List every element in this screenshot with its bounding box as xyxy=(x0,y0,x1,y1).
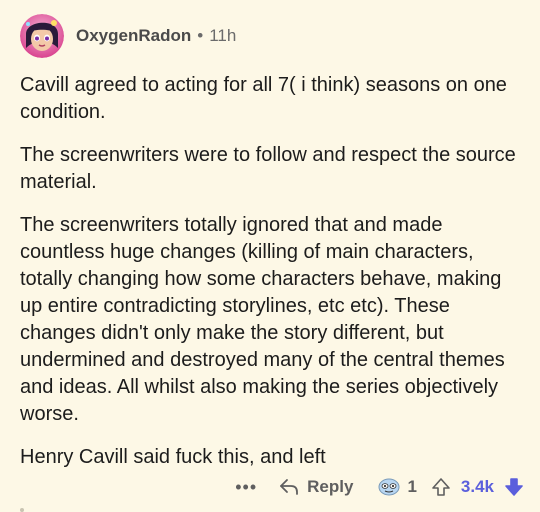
reply-button[interactable]: Reply xyxy=(279,477,353,497)
comment-header: OxygenRadon • 11h xyxy=(20,14,520,58)
comment-body: Cavill agreed to acting for all 7( i thi… xyxy=(20,72,520,471)
header-separator: • xyxy=(197,26,204,45)
reply-label: Reply xyxy=(307,477,354,496)
comment-paragraph: Henry Cavill said fuck this, and left xyxy=(20,446,326,468)
comment-username[interactable]: OxygenRadon xyxy=(76,26,191,46)
award-count: 1 xyxy=(407,477,417,496)
comment-paragraph: Cavill agreed to acting for all 7( i thi… xyxy=(20,74,507,123)
comment-paragraph: The screenwriters were to follow and res… xyxy=(20,144,516,193)
comment-card: OxygenRadon • 11h Cavill agreed to actin… xyxy=(0,0,540,512)
vote-score: 3.4k xyxy=(460,477,494,496)
award-button[interactable]: 1 xyxy=(377,477,417,497)
comment-timestamp: 11h xyxy=(209,26,237,45)
avatar-image xyxy=(20,14,64,58)
award-icon xyxy=(378,478,400,496)
downvote-arrow-icon[interactable] xyxy=(504,477,524,497)
comment-actions: ••• Reply 1 3.4k xyxy=(235,474,524,500)
reply-arrow-icon xyxy=(280,479,299,495)
upvote-arrow-icon[interactable] xyxy=(431,477,451,497)
divider-mark xyxy=(20,508,24,512)
comment-paragraph: The screenwriters totally ignored that a… xyxy=(20,214,505,425)
vote-controls: 3.4k xyxy=(431,477,524,497)
avatar[interactable] xyxy=(20,14,64,58)
more-options-button[interactable]: ••• xyxy=(235,477,257,498)
